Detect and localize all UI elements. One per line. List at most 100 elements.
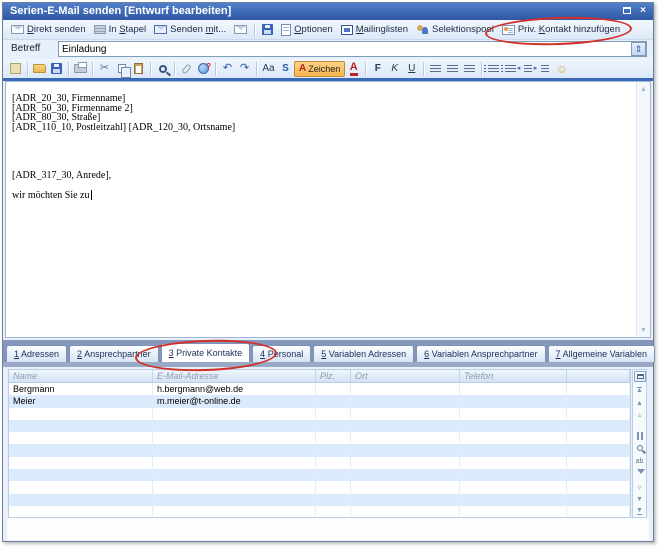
save-button[interactable] <box>258 21 277 38</box>
next-record-icon[interactable]: ▿ <box>633 485 646 493</box>
email-body-editor[interactable]: [ADR_20_30, Firmenname] [ADR_50_30, Firm… <box>5 81 651 338</box>
font-color-button[interactable]: A <box>345 60 362 77</box>
subject-dropdown-button[interactable]: ⇕ <box>631 42 646 56</box>
editor-line: wir möchten Sie zu <box>12 190 630 200</box>
underline-button[interactable]: U <box>403 60 420 77</box>
empty-table-row <box>9 506 630 518</box>
character-a-icon: A <box>299 64 306 74</box>
direkt-senden-button[interactable]: Direkt senden <box>7 21 90 38</box>
page-up-icon[interactable]: ▲ <box>633 400 646 408</box>
numbered-list-button[interactable] <box>485 60 502 77</box>
columns-icon[interactable] <box>637 432 645 440</box>
copy-icon <box>118 64 126 73</box>
close-window-button[interactable]: × <box>636 5 650 18</box>
emoticon-button[interactable]: ☺ <box>553 60 570 77</box>
col-header-ort[interactable]: Ort <box>351 370 460 382</box>
senden-mit-button[interactable]: Senden mit... <box>150 21 230 38</box>
print-button[interactable] <box>72 60 89 77</box>
filter-icon[interactable] <box>637 469 645 474</box>
previous-record-icon[interactable]: ▵ <box>633 412 646 420</box>
priv-kontakt-label: Priv. Kontakt hinzufügen <box>518 24 620 35</box>
window-title: Serien-E-Mail senden [Entwurf bearbeiten… <box>10 5 231 17</box>
jump-to-top-icon[interactable]: ▲ <box>633 387 646 395</box>
sort-icon[interactable]: ab <box>633 458 646 466</box>
attach-button[interactable] <box>178 60 195 77</box>
indent-button[interactable] <box>536 60 553 77</box>
italic-icon: K <box>391 63 398 74</box>
align-right-button[interactable] <box>461 60 478 77</box>
web-lookup-button[interactable] <box>195 60 212 77</box>
editor-scrollbar[interactable]: ▲ ▼ <box>636 82 650 337</box>
col-header-telefon[interactable]: Telefon <box>460 370 567 382</box>
title-bar: Serien-E-Mail senden [Entwurf bearbeiten… <box>3 3 653 20</box>
font-size-icon: Aa <box>262 63 274 74</box>
jump-to-bottom-icon[interactable]: ▼ <box>633 507 646 515</box>
align-left-button[interactable] <box>427 60 444 77</box>
style-icon: S <box>282 63 289 74</box>
senden-mit-label: Senden mit... <box>170 24 226 35</box>
copy-button[interactable] <box>113 60 130 77</box>
table-layout-button[interactable] <box>634 371 646 382</box>
save-draft-button[interactable] <box>48 60 65 77</box>
open-button[interactable] <box>31 60 48 77</box>
col-header-email[interactable]: E-Mail-Adresse <box>153 370 316 382</box>
table-search-icon[interactable] <box>637 445 643 451</box>
toolbar-separator <box>481 62 482 76</box>
toolbar-separator <box>150 62 151 76</box>
redo-button[interactable]: ↷ <box>236 60 253 77</box>
align-center-button[interactable] <box>444 60 461 77</box>
tab-personal[interactable]: 4 Personal <box>252 345 311 362</box>
toolbar-separator <box>215 62 216 76</box>
empty-table-row <box>9 432 630 444</box>
numbered-list-icon <box>488 65 499 73</box>
mail-preview-button[interactable] <box>230 21 251 38</box>
cut-button[interactable]: ✂ <box>96 60 113 77</box>
bold-button[interactable]: F <box>369 60 386 77</box>
tab-allgemeine-variablen[interactable]: 7 Allgemeine Variablen <box>548 345 655 362</box>
mailinglisten-button[interactable]: Mailinglisten <box>337 21 412 38</box>
restore-window-button[interactable] <box>620 5 634 18</box>
table-row[interactable]: Meier m.meier@t-online.de <box>9 395 630 407</box>
editor-line <box>12 142 630 152</box>
search-button[interactable] <box>154 60 171 77</box>
people-icon <box>416 24 429 35</box>
scroll-up-icon[interactable]: ▲ <box>637 83 650 95</box>
undo-button[interactable]: ↶ <box>219 60 236 77</box>
table-row[interactable]: Bergmann h.bergmann@web.de <box>9 383 630 395</box>
zeichen-format-button[interactable]: A Zeichen <box>294 61 345 77</box>
in-stapel-button[interactable]: In Stapel <box>90 21 151 38</box>
priv-kontakt-hinzufuegen-button[interactable]: Priv. Kontakt hinzufügen <box>498 21 624 38</box>
tab-variablen-adressen[interactable]: 5 Variablen Adressen <box>313 345 414 362</box>
align-center-icon <box>447 65 458 73</box>
editor-line: [ADR_317_30, Anrede], <box>12 171 630 181</box>
template-button[interactable] <box>7 60 24 77</box>
scroll-down-icon[interactable]: ▼ <box>637 324 650 336</box>
page-down-icon[interactable]: ▼ <box>633 496 646 504</box>
selektionspool-button[interactable]: Selektionspool <box>412 21 498 38</box>
batch-stack-icon <box>94 25 106 34</box>
font-style-button[interactable]: S <box>277 60 294 77</box>
empty-table-row <box>9 408 630 420</box>
bottom-spacer <box>7 518 649 540</box>
italic-button[interactable]: K <box>386 60 403 77</box>
optionen-button[interactable]: Optionen <box>277 21 337 38</box>
col-header-name[interactable]: Name <box>9 370 153 382</box>
paste-button[interactable] <box>130 60 147 77</box>
send-with-icon <box>154 25 167 34</box>
col-header-plz[interactable]: Plz. <box>316 370 351 382</box>
align-right-icon <box>464 65 475 73</box>
zeichen-label: Zeichen <box>308 64 340 74</box>
table-header-row: Name E-Mail-Adresse Plz. Ort Telefon <box>9 370 630 383</box>
font-size-button[interactable]: Aa <box>260 60 277 77</box>
tab-ansprechpartner[interactable]: 2 Ansprechpartner <box>69 345 159 362</box>
toolbar-separator <box>254 23 255 37</box>
tab-private-kontakte-label: 3 Private Kontakte <box>169 348 243 358</box>
tab-variablen-ansprechpartner[interactable]: 6 Variablen Ansprechpartner <box>416 345 545 362</box>
cell-telefon <box>460 395 567 407</box>
subject-input[interactable] <box>58 41 647 57</box>
tab-adressen[interactable]: 1 Adressen <box>6 345 67 362</box>
tab-private-kontakte[interactable]: 3 Private Kontakte <box>161 343 251 362</box>
cell-plz <box>316 395 351 407</box>
col-header-extra <box>567 370 630 382</box>
tab-strip: 1 Adressen 2 Ansprechpartner 3 Private K… <box>3 340 653 367</box>
